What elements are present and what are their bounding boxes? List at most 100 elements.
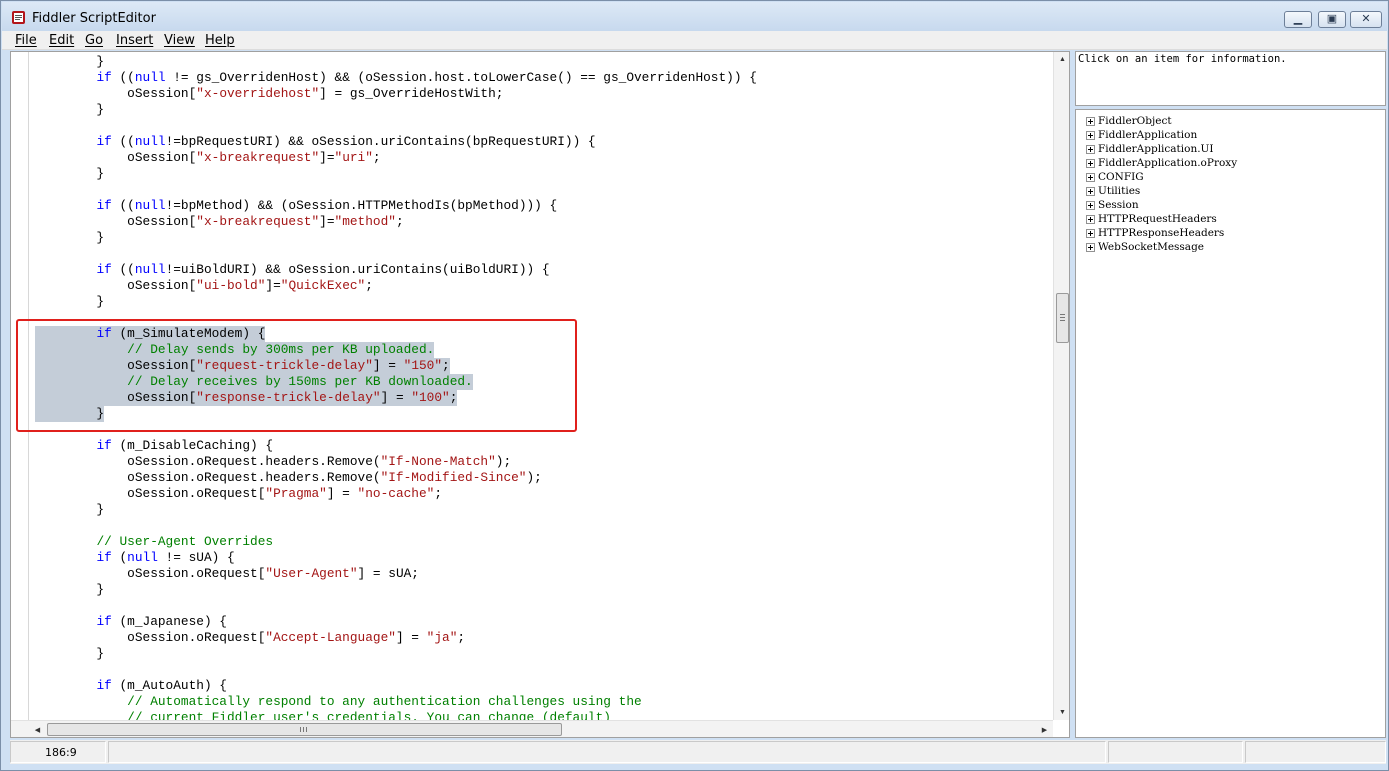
code-token: ] = bbox=[326, 486, 358, 501]
code-token: ]= bbox=[319, 150, 335, 165]
code-token: != sUA) { bbox=[157, 550, 235, 565]
code-line: } bbox=[35, 582, 104, 598]
horizontal-scrollbar[interactable]: ◀ ▶ bbox=[11, 720, 1053, 737]
code-token: !=bpRequestURI) && oSession.uriContains(… bbox=[165, 134, 596, 149]
code-token: "x-breakrequest" bbox=[196, 150, 320, 165]
menu-file[interactable]: File bbox=[15, 33, 37, 48]
expand-plus-icon[interactable] bbox=[1086, 116, 1095, 126]
code-line: if (m_AutoAuth) { bbox=[35, 678, 227, 694]
code-token: "ja" bbox=[426, 630, 458, 645]
code-token: oSession.oRequest.headers.Remove( bbox=[35, 454, 381, 469]
code-token: "x-breakrequest" bbox=[196, 214, 320, 229]
code-token: "QuickExec" bbox=[280, 278, 366, 293]
expand-plus-icon[interactable] bbox=[1086, 186, 1095, 196]
code-token: "Accept-Language" bbox=[265, 630, 396, 645]
tree-item[interactable]: FiddlerApplication bbox=[1086, 128, 1197, 142]
tree-item-label: WebSocketMessage bbox=[1098, 241, 1204, 253]
code-token: ); bbox=[526, 470, 542, 485]
code-token: if bbox=[96, 550, 112, 565]
tree-item-label: FiddlerObject bbox=[1098, 115, 1172, 127]
window-title: Fiddler ScriptEditor bbox=[32, 11, 156, 26]
code-token: (m_SimulateModem) { bbox=[111, 326, 266, 341]
code-token: ; bbox=[457, 630, 466, 645]
code-line: if ((null!=bpMethod) && (oSession.HTTPMe… bbox=[35, 198, 557, 214]
code-token: // Automatically respond to any authenti… bbox=[127, 694, 642, 709]
menu-view[interactable]: View bbox=[164, 33, 195, 48]
tree-item[interactable]: FiddlerApplication.oProxy bbox=[1086, 156, 1237, 170]
vertical-scrollbar[interactable]: ▲ ▼ bbox=[1053, 52, 1069, 720]
code-token: ] = gs_OverrideHostWith; bbox=[319, 86, 504, 101]
menu-edit[interactable]: Edit bbox=[49, 33, 74, 48]
vertical-scroll-thumb[interactable] bbox=[1056, 293, 1069, 343]
code-line: // Delay sends by 300ms per KB uploaded. bbox=[35, 342, 435, 358]
expand-plus-icon[interactable] bbox=[1086, 214, 1095, 224]
tree-item[interactable]: Utilities bbox=[1086, 184, 1140, 198]
code-area[interactable]: } if ((null != gs_OverridenHost) && (oSe… bbox=[35, 52, 1055, 720]
expand-plus-icon[interactable] bbox=[1086, 144, 1095, 154]
scroll-right-arrow-icon[interactable]: ▶ bbox=[1036, 721, 1053, 737]
tree-item[interactable]: Session bbox=[1086, 198, 1139, 212]
code-token: oSession[ bbox=[35, 390, 197, 405]
tree-item[interactable]: CONFIG bbox=[1086, 170, 1144, 184]
code-token: "uri" bbox=[334, 150, 373, 165]
expand-plus-icon[interactable] bbox=[1086, 228, 1095, 238]
tree-item[interactable]: FiddlerApplication.UI bbox=[1086, 142, 1214, 156]
status-cursor-position-cell: 186:9 bbox=[10, 741, 106, 763]
code-token: "100" bbox=[411, 390, 450, 405]
code-editor[interactable]: } if ((null != gs_OverridenHost) && (oSe… bbox=[10, 51, 1070, 738]
menu-insert[interactable]: Insert bbox=[116, 33, 153, 48]
title-bar[interactable]: Fiddler ScriptEditor ▁ ▣ ✕ bbox=[2, 2, 1387, 31]
tree-item[interactable]: FiddlerObject bbox=[1086, 114, 1172, 128]
status-bar: 186:9 bbox=[10, 740, 1386, 764]
code-token: if bbox=[96, 614, 112, 629]
code-token: "If-Modified-Since" bbox=[380, 470, 527, 485]
expand-plus-icon[interactable] bbox=[1086, 242, 1095, 252]
tree-item[interactable]: HTTPResponseHeaders bbox=[1086, 226, 1224, 240]
close-button[interactable]: ✕ bbox=[1350, 11, 1382, 28]
code-token: null bbox=[134, 134, 166, 149]
status-message-cell bbox=[108, 741, 1106, 763]
expand-plus-icon[interactable] bbox=[1086, 200, 1095, 210]
code-token: "no-cache" bbox=[357, 486, 435, 501]
code-token: null bbox=[127, 550, 158, 565]
tree-item-label: FiddlerApplication.UI bbox=[1098, 143, 1214, 155]
code-token: (m_Japanese) { bbox=[111, 614, 227, 629]
minimize-button[interactable]: ▁ bbox=[1284, 11, 1312, 28]
code-token: null bbox=[134, 198, 166, 213]
expand-plus-icon[interactable] bbox=[1086, 172, 1095, 182]
scroll-up-arrow-icon[interactable]: ▲ bbox=[1054, 52, 1069, 67]
code-token: // Delay sends by 300ms per KB uploaded. bbox=[127, 342, 435, 357]
code-line: } bbox=[35, 102, 104, 118]
code-line: oSession["x-overridehost"] = gs_Override… bbox=[35, 86, 503, 102]
maximize-button[interactable]: ▣ bbox=[1318, 11, 1346, 28]
code-line: oSession.oRequest["Pragma"] = "no-cache"… bbox=[35, 486, 442, 502]
code-line: // Delay receives by 150ms per KB downlo… bbox=[35, 374, 473, 390]
menu-go[interactable]: Go bbox=[85, 33, 103, 48]
expand-plus-icon[interactable] bbox=[1086, 130, 1095, 140]
code-token: oSession.oRequest[ bbox=[35, 630, 266, 645]
fiddler-app-icon bbox=[12, 11, 25, 24]
horizontal-scroll-thumb[interactable] bbox=[47, 723, 562, 736]
code-token: } bbox=[35, 166, 105, 181]
scroll-down-arrow-icon[interactable]: ▼ bbox=[1054, 705, 1069, 720]
code-token: ); bbox=[495, 454, 512, 469]
scroll-left-arrow-icon[interactable]: ◀ bbox=[29, 721, 46, 737]
code-token: oSession[ bbox=[35, 214, 197, 229]
tree-item[interactable]: WebSocketMessage bbox=[1086, 240, 1204, 254]
code-line: oSession.oRequest.headers.Remove("If-Mod… bbox=[35, 470, 542, 486]
code-token: oSession.oRequest[ bbox=[35, 486, 266, 501]
code-token: null bbox=[134, 70, 166, 85]
code-line: oSession["x-breakrequest"]="method"; bbox=[35, 214, 404, 230]
expand-plus-icon[interactable] bbox=[1086, 158, 1095, 168]
tree-item[interactable]: HTTPRequestHeaders bbox=[1086, 212, 1217, 226]
code-token: if bbox=[96, 134, 112, 149]
menu-help[interactable]: Help bbox=[205, 33, 235, 48]
code-token: !=bpMethod) && (oSession.HTTPMethodIs(bp… bbox=[165, 198, 558, 213]
code-token: } bbox=[35, 406, 105, 421]
code-line: } bbox=[35, 406, 105, 422]
tree-item-label: FiddlerApplication bbox=[1098, 129, 1198, 141]
